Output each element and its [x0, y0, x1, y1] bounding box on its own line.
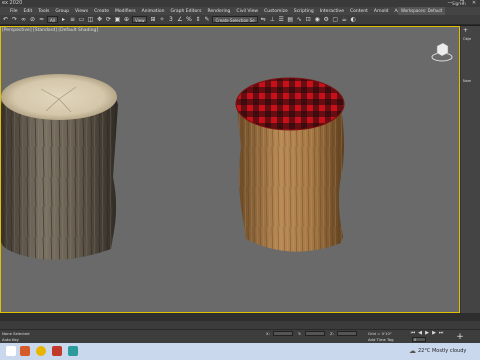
schematic-view-icon[interactable]: ⊡ — [305, 16, 312, 23]
play-icon[interactable]: ▶ — [424, 331, 430, 336]
close-button[interactable]: ✕ — [468, 0, 480, 7]
maximize-button[interactable]: ❐ — [456, 0, 468, 7]
status-bar: None Selected Auto Key X: Y: Z: Grid = 0… — [0, 329, 480, 343]
y-coordinate-label: Y: — [298, 331, 302, 336]
windows-start-icon[interactable] — [6, 346, 16, 356]
track-bar[interactable] — [0, 321, 480, 329]
scale-icon[interactable]: ▣ — [114, 16, 121, 23]
render-iterative-icon[interactable]: ◐ — [350, 16, 357, 23]
menu-item-scripting[interactable]: Scripting — [294, 9, 314, 14]
rotate-icon[interactable]: ⟳ — [105, 16, 112, 23]
menu-item-file[interactable]: File — [10, 9, 18, 14]
y-coordinate-field[interactable] — [305, 331, 325, 336]
prompt-line: Auto Key — [2, 337, 19, 342]
window-controls: — ❐ ✕ — [444, 0, 480, 7]
layer-explorer-icon[interactable]: ☰ — [278, 16, 285, 23]
go-to-end-icon[interactable]: ⏭ — [438, 331, 444, 336]
viewport-scene — [1, 74, 345, 260]
app-root: ex 2020 Sign In — ❐ ✕ File Edit Tools Gr… — [0, 0, 480, 360]
place-icon[interactable]: ⊕ — [123, 16, 130, 23]
go-to-start-icon[interactable]: ⏮ — [410, 331, 416, 336]
edit-named-selection-icon[interactable]: ✎ — [203, 16, 210, 23]
menu-item-edit[interactable]: Edit — [24, 9, 33, 14]
menu-item-views[interactable]: Views — [75, 9, 88, 14]
temperature: 22°C — [418, 348, 431, 354]
spinner-snap-icon[interactable]: ⇕ — [194, 16, 201, 23]
grid-size: Grid = 0'10" — [368, 331, 392, 336]
weather-cloud-icon: ☁ — [409, 347, 416, 355]
rendered-frame-window-icon[interactable]: ▢ — [332, 16, 339, 23]
select-object-icon[interactable]: ▸ — [60, 16, 67, 23]
unlink-icon[interactable]: ⊘ — [29, 16, 36, 23]
3dsmax-taskbar-icon[interactable] — [68, 346, 78, 356]
workspace-selector[interactable]: Workspaces: Default — [398, 7, 446, 15]
curve-editor-icon[interactable]: ∿ — [296, 16, 303, 23]
bind-space-warp-icon[interactable]: ≈ — [38, 16, 45, 23]
menu-item-arnold[interactable]: Arnold — [374, 9, 389, 14]
link-icon[interactable]: ∞ — [20, 16, 27, 23]
perspective-viewport[interactable]: [Perspective] [Standard] [Default Shadin… — [0, 26, 460, 313]
menu-item-tools[interactable]: Tools — [38, 9, 49, 14]
move-icon[interactable]: ✥ — [96, 16, 103, 23]
add-time-tag[interactable]: Add Time Tag — [368, 337, 393, 342]
app-icon[interactable] — [52, 346, 62, 356]
time-slider[interactable] — [0, 313, 480, 321]
x-coordinate-field[interactable] — [273, 331, 293, 336]
menu-item-create[interactable]: Create — [94, 9, 109, 14]
selection-filter-dropdown[interactable]: All — [47, 16, 58, 23]
menu-item-content[interactable]: Content — [350, 9, 368, 14]
plaid-log-stool-object[interactable] — [235, 77, 345, 252]
chrome-icon[interactable] — [36, 346, 46, 356]
menu-item-interactive[interactable]: Interactive — [320, 9, 344, 14]
add-viewport-icon[interactable]: + — [455, 332, 465, 342]
mirror-icon[interactable]: ⇋ — [260, 16, 267, 23]
title-bar: ex 2020 — [0, 0, 480, 7]
command-panel: + Obje Nam — [460, 26, 480, 313]
tree-stump-object[interactable] — [1, 74, 118, 260]
select-manipulate-icon[interactable]: ✧ — [158, 16, 165, 23]
percent-snap-icon[interactable]: % — [185, 16, 192, 23]
selection-status: None Selected — [2, 331, 30, 336]
x-coordinate-label: X: — [266, 331, 270, 336]
name-color-rollout[interactable]: Nam — [461, 79, 480, 83]
menu-item-rendering[interactable]: Rendering — [207, 9, 230, 14]
select-by-name-icon[interactable]: ≡ — [69, 16, 76, 23]
menu-item-animation[interactable]: Animation — [142, 9, 165, 14]
windows-taskbar: ☁ 22°C Mostly cloudy — [0, 343, 480, 360]
file-explorer-icon[interactable] — [20, 346, 30, 356]
next-frame-icon[interactable]: ▶ — [431, 331, 437, 336]
render-production-icon[interactable]: ☕ — [341, 16, 348, 23]
angle-snap-icon[interactable]: ∠ — [176, 16, 183, 23]
weather-text: Mostly cloudy — [431, 348, 467, 354]
reference-coordinate-dropdown[interactable]: View — [131, 16, 148, 23]
rectangular-selection-icon[interactable]: ▭ — [78, 16, 85, 23]
menu-item-customize[interactable]: Customize — [264, 9, 288, 14]
previous-frame-icon[interactable]: ◀ — [417, 331, 423, 336]
weather-widget[interactable]: 22°C Mostly cloudy — [418, 348, 466, 354]
named-selection-set-dropdown[interactable]: Create Selection Se — [212, 16, 258, 23]
snaps-toggle-icon[interactable]: 3 — [167, 16, 174, 23]
material-editor-icon[interactable]: ◉ — [314, 16, 321, 23]
viewcube-icon[interactable] — [429, 39, 455, 65]
menu-item-graph-editors[interactable]: Graph Editors — [171, 9, 202, 14]
align-icon[interactable]: ⊥ — [269, 16, 276, 23]
z-coordinate-label: Z: — [330, 331, 334, 336]
redo-icon[interactable]: ↷ — [11, 16, 18, 23]
render-setup-icon[interactable]: ⚙ — [323, 16, 330, 23]
pivot-icon[interactable]: ⊞ — [149, 16, 156, 23]
window-crossing-icon[interactable]: ◫ — [87, 16, 94, 23]
z-coordinate-field[interactable] — [337, 331, 357, 336]
minimize-button[interactable]: — — [444, 0, 456, 7]
menu-item-group[interactable]: Group — [55, 9, 69, 14]
create-tab-icon[interactable]: + — [463, 28, 471, 34]
main-toolbar: ↶ ↷ ∞ ⊘ ≈ All ▸ ≡ ▭ ◫ ✥ ⟳ ▣ ⊕ View ⊞ ✧ 3… — [0, 15, 480, 25]
undo-icon[interactable]: ↶ — [2, 16, 9, 23]
object-type-rollout[interactable]: Obje — [461, 37, 480, 41]
menu-item-civil-view[interactable]: Civil View — [236, 9, 258, 14]
menu-item-modifiers[interactable]: Modifiers — [115, 9, 136, 14]
app-title: ex 2020 — [2, 0, 23, 6]
toggle-ribbon-icon[interactable]: ▤ — [287, 16, 294, 23]
current-frame-field[interactable]: 0 — [412, 337, 426, 342]
